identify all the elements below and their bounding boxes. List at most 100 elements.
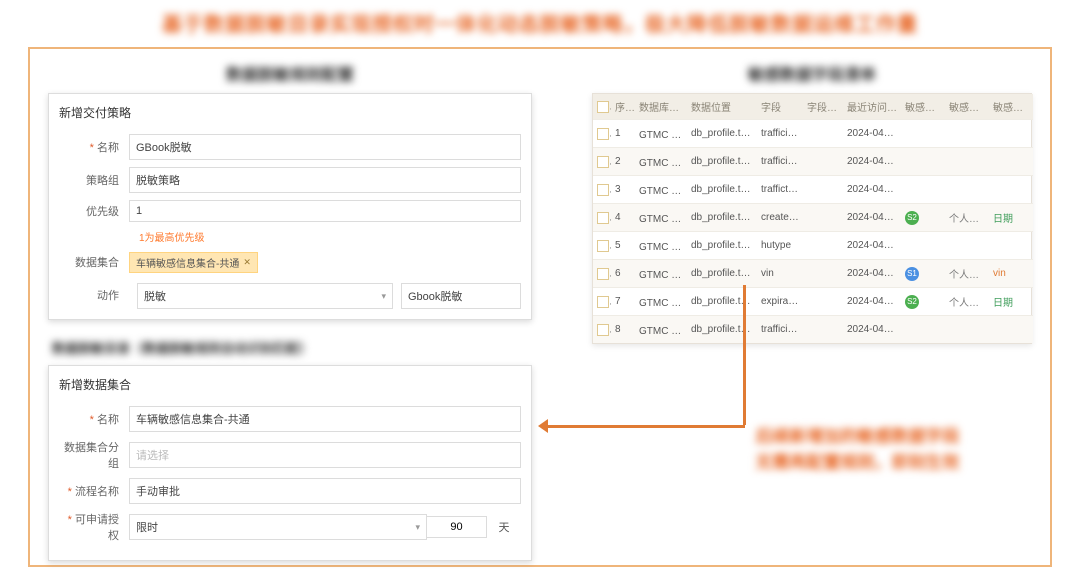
cell-loc: db_profile.tbltr... [687, 204, 757, 232]
row-checkbox[interactable] [597, 156, 609, 168]
row-checkbox[interactable] [597, 296, 609, 308]
action-label: 动作 [59, 283, 129, 309]
cell-field: expirati... [757, 288, 803, 316]
priority-input[interactable]: 1 [129, 200, 521, 222]
cell-db: GTMC · 整... [635, 232, 687, 260]
ds-auth-days-input[interactable] [427, 516, 487, 538]
table-row[interactable]: 6GTMC · 整...db_profile.tbltr...vin2024-0… [593, 260, 1033, 288]
ds-flow-input[interactable]: 手动审批 [129, 478, 521, 504]
table-header[interactable]: 序号 [611, 94, 635, 120]
table-header[interactable]: 敏感数据级别 [901, 94, 945, 120]
cell-type: 日期 [989, 204, 1033, 232]
cell-level [945, 316, 989, 344]
ds-group-select[interactable]: 请选择 [129, 442, 521, 468]
ds-name-input[interactable]: 车辆敏感信息集合-共通 [129, 406, 521, 432]
cell-level [945, 148, 989, 176]
checkbox-all[interactable] [597, 101, 609, 113]
table-row[interactable]: 8GTMC · 整...db_profile.tbltr...trafficin… [593, 316, 1033, 344]
ds-auth-dropdown[interactable]: 限时 ▾ [129, 514, 427, 540]
arrow-caption-line1: 后续新增加的敏感数据字段 [660, 424, 1055, 450]
policy-name-label: 名称 [59, 139, 129, 155]
cell-idx: 6 [611, 260, 635, 288]
table-header[interactable]: 最近访问日期 [843, 94, 901, 120]
cell-note [803, 260, 843, 288]
cell-idx: 2 [611, 148, 635, 176]
row-checkbox[interactable] [597, 184, 609, 196]
dataset-tag[interactable]: 车辆敏感信息集合-共通 ✕ [129, 252, 258, 273]
cell-loc: db_profile.tbltr... [687, 232, 757, 260]
cell-type: vin [989, 260, 1033, 288]
priority-label: 优先级 [59, 203, 129, 219]
row-checkbox[interactable] [597, 324, 609, 336]
policy-group-label: 策略组 [59, 172, 129, 188]
cell-date: 2024-04-18... [843, 316, 901, 344]
cell-badge [901, 316, 945, 344]
level-badge: S2 [905, 211, 919, 225]
main-frame: 数据脱敏规则配置 新增交付策略 名称 GBook脱敏 策略组 脱敏策略 优先级 … [28, 47, 1052, 567]
cell-badge [901, 232, 945, 260]
table-row[interactable]: 3GTMC · 整...db_profile.tbltr...trafficto… [593, 176, 1033, 204]
table-header[interactable] [593, 94, 611, 120]
table-row[interactable]: 7GTMC · 整...db_profile.tbltr...expirati.… [593, 288, 1033, 316]
table-header[interactable]: 敏感数据类别 [945, 94, 989, 120]
cell-date: 2024-04-18... [843, 148, 901, 176]
cell-loc: db_profile.tbltr... [687, 120, 757, 148]
table-row[interactable]: 2GTMC · 整...db_profile.tbltr...trafficin… [593, 148, 1033, 176]
cell-type [989, 176, 1033, 204]
cell-db: GTMC · 整... [635, 176, 687, 204]
cell-db: GTMC · 整... [635, 288, 687, 316]
cell-level: 个人敏... [945, 288, 989, 316]
cell-idx: 5 [611, 232, 635, 260]
cell-note [803, 232, 843, 260]
table-header[interactable]: 字段注释 [803, 94, 843, 120]
ds-flow-label: 流程名称 [59, 483, 129, 499]
action-dropdown[interactable]: 脱敏 ▾ [137, 283, 393, 309]
cell-note [803, 288, 843, 316]
chevron-down-icon: ▾ [415, 522, 420, 533]
sensitive-data-table: 序号数据库实例数据位置字段字段注释最近访问日期敏感数据级别敏感数据类别敏感数据类… [593, 94, 1033, 343]
left-column: 数据脱敏规则配置 新增交付策略 名称 GBook脱敏 策略组 脱敏策略 优先级 … [48, 59, 532, 551]
cell-note [803, 120, 843, 148]
cell-note [803, 316, 843, 344]
level-badge: S1 [905, 267, 919, 281]
level-badge: S2 [905, 295, 919, 309]
table-row[interactable]: 5GTMC · 整...db_profile.tbltr...hutype202… [593, 232, 1033, 260]
cell-loc: db_profile.tbltr... [687, 288, 757, 316]
cell-db: GTMC · 整... [635, 316, 687, 344]
cell-field: created... [757, 204, 803, 232]
row-checkbox[interactable] [597, 212, 609, 224]
cell-type [989, 148, 1033, 176]
table-row[interactable]: 1GTMC · 整...db_profile.tbltr...trafficin… [593, 120, 1033, 148]
cell-level [945, 232, 989, 260]
cell-badge [901, 148, 945, 176]
row-checkbox[interactable] [597, 240, 609, 252]
cell-date: 2024-04-18... [843, 288, 901, 316]
row-checkbox[interactable] [597, 128, 609, 140]
table-header[interactable]: 数据库实例 [635, 94, 687, 120]
action-value: 脱敏 [144, 288, 166, 304]
cell-field: trafficinf... [757, 316, 803, 344]
cell-field: hutype [757, 232, 803, 260]
ds-auth-value: 限时 [136, 519, 158, 535]
close-icon[interactable]: ✕ [243, 257, 251, 268]
cell-type: 日期 [989, 288, 1033, 316]
table-header[interactable]: 数据位置 [687, 94, 757, 120]
policy-group-input[interactable]: 脱敏策略 [129, 167, 521, 193]
row-checkbox[interactable] [597, 268, 609, 280]
table-header[interactable]: 敏感数据类型 [989, 94, 1033, 120]
action-side-input[interactable]: Gbook脱敏 [401, 283, 521, 309]
right-column: 敏感数据字段清单 序号数据库实例数据位置字段字段注释最近访问日期敏感数据级别敏感… [592, 59, 1032, 551]
cell-note [803, 204, 843, 232]
dataset-form-panel: 新增数据集合 名称 车辆敏感信息集合-共通 数据集合分组 请选择 流程名称 手动… [48, 365, 532, 561]
table-header[interactable]: 字段 [757, 94, 803, 120]
dataset-tag-text: 车辆敏感信息集合-共通 [136, 255, 239, 270]
cell-date: 2024-04-18... [843, 120, 901, 148]
cell-badge [901, 176, 945, 204]
dataset-form-title: 新增数据集合 [59, 374, 521, 399]
cell-db: GTMC · 整... [635, 148, 687, 176]
cell-type [989, 232, 1033, 260]
cell-db: GTMC · 整... [635, 204, 687, 232]
cell-field: trafficinfo [757, 120, 803, 148]
policy-name-input[interactable]: GBook脱敏 [129, 134, 521, 160]
table-row[interactable]: 4GTMC · 整...db_profile.tbltr...created..… [593, 204, 1033, 232]
